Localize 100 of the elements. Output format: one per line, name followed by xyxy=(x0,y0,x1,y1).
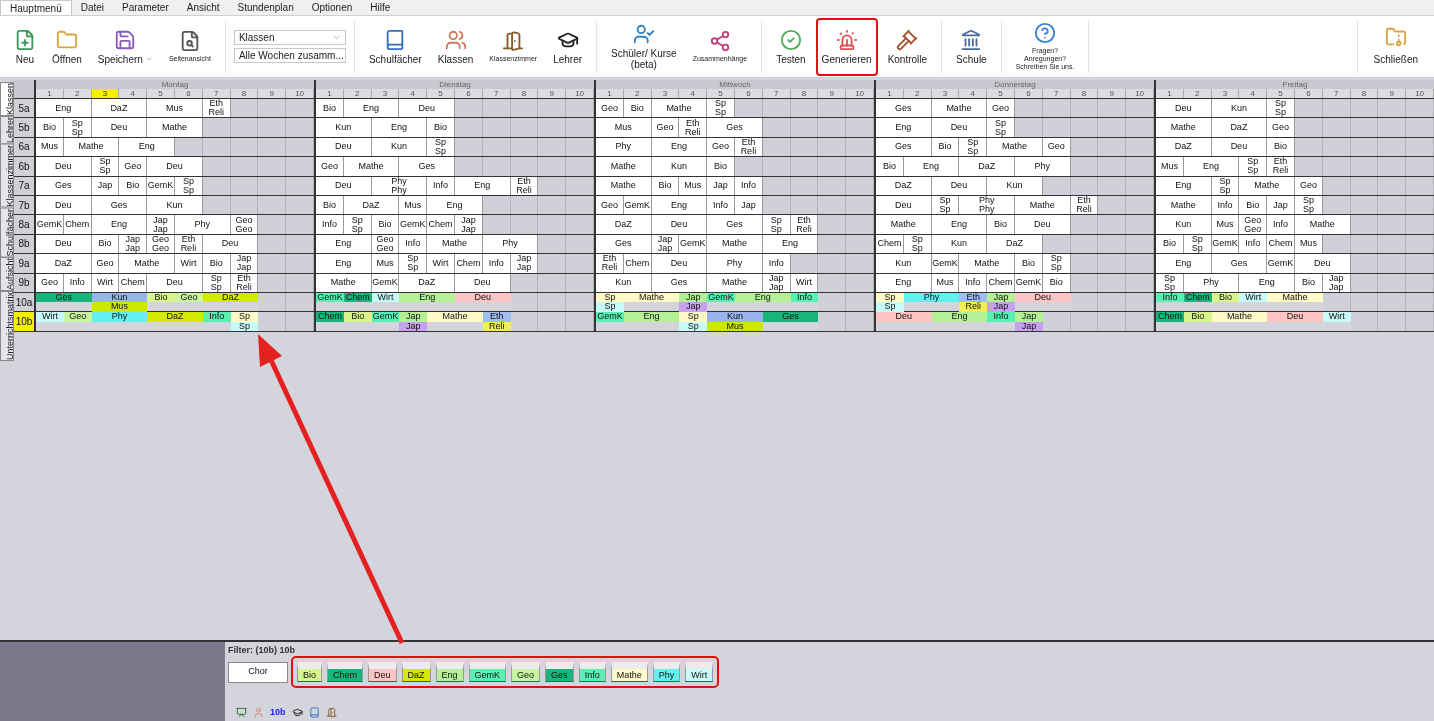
lesson-cell[interactable]: Ges xyxy=(1211,254,1268,273)
period-number[interactable]: 4 xyxy=(959,89,988,98)
subject-tag[interactable]: Reli xyxy=(482,321,511,332)
toolbar-button[interactable]: Generieren xyxy=(815,17,878,76)
lesson-cell[interactable]: Eth Reli xyxy=(1267,157,1295,176)
book-icon[interactable] xyxy=(308,706,320,718)
lesson-cell[interactable]: Eng xyxy=(343,99,400,118)
lesson-cell[interactable]: Geo Geo xyxy=(230,215,259,234)
subject-tag[interactable]: GemK xyxy=(596,312,624,322)
class-label[interactable]: 5b xyxy=(14,118,34,137)
menu-tab[interactable]: Datei xyxy=(71,0,114,15)
lesson-cell[interactable]: Mathe xyxy=(596,157,652,176)
lesson-cell[interactable]: Deu xyxy=(399,99,455,118)
subject-filter-button[interactable]: DaZ xyxy=(401,662,431,682)
lesson-cell[interactable]: Sp Sp xyxy=(343,215,372,234)
period-number[interactable]: 8 xyxy=(790,89,819,98)
lesson-cell[interactable]: Phy xyxy=(175,215,231,234)
menu-tab[interactable]: Hilfe xyxy=(361,0,400,15)
subject-tag[interactable]: Chem xyxy=(1156,312,1184,322)
subject-tag[interactable]: Eth xyxy=(959,292,988,303)
period-number[interactable]: 7 xyxy=(202,89,231,98)
period-number[interactable]: 5 xyxy=(707,89,735,98)
dropdown-field[interactable]: Alle Wochen zusamm... xyxy=(233,48,346,63)
side-tab[interactable]: Unterrichtsmatrix xyxy=(0,291,14,362)
subject-tag[interactable]: Chem xyxy=(316,312,344,322)
subject-filter-button[interactable]: Phy xyxy=(652,662,681,682)
subject-filter-button[interactable]: GemK xyxy=(468,662,507,682)
dropdown-field[interactable]: Klassen xyxy=(233,30,346,45)
subject-filter-button[interactable]: Eng xyxy=(435,662,464,682)
subject-filter-button[interactable]: Info xyxy=(578,662,606,682)
lesson-cell[interactable]: Deu xyxy=(931,118,988,137)
subject-tag[interactable]: Jap xyxy=(399,312,428,322)
lesson-cell[interactable]: GemK xyxy=(931,254,960,273)
chor-button[interactable]: Chor xyxy=(228,661,288,683)
period-number[interactable]: 2 xyxy=(903,89,932,98)
menu-tab[interactable]: Ansicht xyxy=(177,0,229,15)
lesson-cell[interactable]: Mathe xyxy=(119,254,175,273)
lesson-cell[interactable]: Kun xyxy=(316,118,372,137)
toolbar-button[interactable]: Schule xyxy=(950,17,993,76)
subject-tag[interactable]: Deu xyxy=(1267,312,1323,322)
lesson-cell[interactable]: Deu xyxy=(147,157,203,176)
lesson-cell[interactable]: Mus xyxy=(1211,215,1240,234)
lesson-cell[interactable]: DaZ xyxy=(959,157,1015,176)
period-number[interactable]: 1 xyxy=(876,89,904,98)
toolbar-button[interactable]: Schulfächer xyxy=(362,17,428,76)
period-number[interactable]: 6 xyxy=(1295,89,1323,98)
period-number[interactable]: 5 xyxy=(427,89,455,98)
lesson-cell[interactable]: Chem xyxy=(623,254,652,273)
toolbar-button[interactable]: Klassen xyxy=(431,17,480,76)
class-label[interactable]: 6b xyxy=(14,157,34,176)
period-number[interactable]: 8 xyxy=(1070,89,1099,98)
toolbar-button[interactable]: Lehrer xyxy=(547,17,589,76)
lesson-cell[interactable]: Mus xyxy=(596,118,652,137)
subject-tag[interactable]: Bio xyxy=(1211,292,1240,303)
lesson-cell[interactable]: Ges xyxy=(876,99,932,118)
lesson-cell[interactable]: Sp Sp xyxy=(399,254,428,273)
period-number[interactable]: 8 xyxy=(510,89,539,98)
lesson-cell[interactable]: Mathe xyxy=(1156,118,1212,137)
subject-filter-button[interactable]: Wirt xyxy=(685,662,714,682)
lesson-cell[interactable]: Chem xyxy=(427,215,455,234)
subject-tag[interactable]: Wirt xyxy=(1239,292,1268,303)
lesson-cell[interactable]: Geo xyxy=(596,99,624,118)
subject-tag[interactable]: Sp xyxy=(596,292,624,303)
lesson-cell[interactable]: Eth Reli xyxy=(679,118,708,137)
subject-tag[interactable]: Jap xyxy=(399,321,428,332)
lesson-cell[interactable]: Jap Jap xyxy=(455,215,483,234)
lesson-cell[interactable]: GemK xyxy=(399,215,428,234)
subject-tag[interactable]: Kun xyxy=(707,312,763,322)
lesson-cell[interactable]: Eng xyxy=(903,157,960,176)
subject-filter-button[interactable]: Bio xyxy=(297,662,322,682)
lesson-cell[interactable]: Bio xyxy=(316,99,344,118)
subject-filter-button[interactable]: Mathe xyxy=(610,662,648,682)
period-number[interactable]: 4 xyxy=(119,89,148,98)
period-number[interactable]: 3 xyxy=(91,89,120,98)
subject-tag[interactable]: Sp xyxy=(596,302,624,312)
menu-tab[interactable]: Parameter xyxy=(113,0,178,15)
lesson-cell[interactable]: Jap Jap xyxy=(147,215,175,234)
lesson-cell[interactable]: Ges xyxy=(399,157,455,176)
subject-tag[interactable]: Eng xyxy=(399,292,455,303)
subject-tag[interactable]: Jap xyxy=(679,302,708,312)
lesson-cell[interactable]: Eng xyxy=(36,99,92,118)
subject-filter-button[interactable]: Deu xyxy=(368,662,397,682)
lesson-cell[interactable]: Geo xyxy=(1267,118,1295,137)
subject-tag[interactable]: Wirt xyxy=(36,312,64,322)
subject-tag[interactable]: Ges xyxy=(762,312,819,322)
subject-tag[interactable]: Deu xyxy=(1015,292,1071,303)
period-number[interactable]: 10 xyxy=(566,89,594,98)
lesson-cell[interactable]: Info xyxy=(316,215,344,234)
period-number[interactable]: 2 xyxy=(1183,89,1212,98)
lesson-cell[interactable]: Mathe xyxy=(651,99,708,118)
subject-tag[interactable]: DaZ xyxy=(147,312,203,322)
subject-tag[interactable]: Eng xyxy=(735,292,791,303)
period-number[interactable]: 7 xyxy=(1322,89,1351,98)
period-number[interactable]: 10 xyxy=(1406,89,1434,98)
period-number[interactable]: 3 xyxy=(931,89,960,98)
lesson-cell[interactable]: Wirt xyxy=(427,254,455,273)
subject-tag[interactable]: Mus xyxy=(91,302,148,312)
subject-tag[interactable]: Info xyxy=(1156,292,1184,303)
lesson-cell[interactable]: Bio xyxy=(202,254,231,273)
class-label[interactable]: 9a xyxy=(14,254,34,273)
